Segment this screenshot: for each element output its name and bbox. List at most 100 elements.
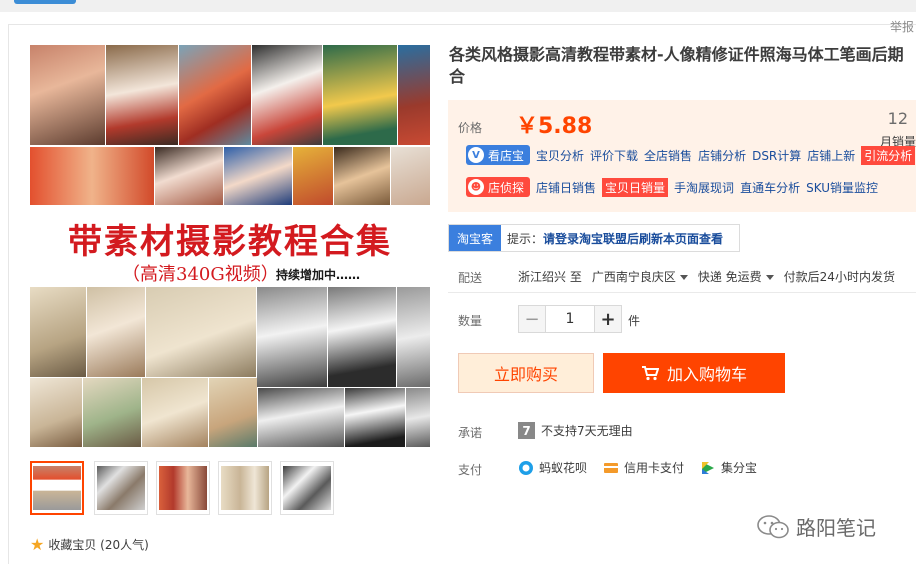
- tool-link-dsr-calc[interactable]: DSR计算: [752, 147, 801, 164]
- thumbnail-2[interactable]: [94, 461, 148, 515]
- tool-link-search-terms[interactable]: 手淘展现词: [674, 179, 734, 196]
- gallery-sub-note: 持续增加中……: [276, 268, 361, 282]
- tool-link-item-daily-sales[interactable]: 宝贝日销量: [602, 177, 669, 197]
- tool-link-traffic-analysis[interactable]: 引流分析: [861, 145, 916, 165]
- thumbnail-image: [33, 466, 81, 510]
- tool-link-store-daily-sales[interactable]: 店铺日销售: [536, 179, 596, 196]
- quantity-label: 数量: [458, 314, 483, 328]
- tool-link-store-new[interactable]: 店铺上新: [807, 147, 855, 164]
- thumbnail-strip: [30, 461, 350, 515]
- collage-photo: [83, 378, 141, 447]
- collage-photo: [293, 147, 333, 205]
- payment-jifenbao[interactable]: 集分宝: [700, 459, 757, 476]
- collage-photo: [334, 147, 390, 205]
- commitment-row: 7 不支持7天无理由: [518, 422, 633, 439]
- collage-photo: [30, 147, 154, 205]
- jifenbao-icon: [702, 461, 715, 474]
- payment-huabei[interactable]: 蚂蚁花呗: [518, 459, 587, 476]
- collage-photo: [179, 45, 251, 145]
- collage-photo: [30, 45, 105, 145]
- chevron-down-icon: [679, 275, 688, 280]
- add-to-cart-button[interactable]: 加入购物车: [603, 353, 785, 393]
- payment-label: 支付: [458, 463, 483, 477]
- collage-photo: [406, 388, 430, 447]
- collage-photo: [398, 45, 430, 145]
- collage-photo: [87, 287, 145, 377]
- tool-link-store-analysis[interactable]: 店铺分析: [698, 147, 746, 164]
- chevron-down-icon: [765, 275, 774, 280]
- wechat-icon: [757, 514, 789, 538]
- taobaoke-tag[interactable]: 淘宝客: [449, 225, 501, 251]
- delivery-select[interactable]: 快递 免运费: [698, 268, 774, 285]
- gallery-sub-title: （高清340G视频）: [122, 264, 279, 285]
- collage-photo: [323, 45, 397, 145]
- gallery-big-title: 带素材摄影教程合集: [68, 222, 392, 262]
- tool-link-review-download[interactable]: 评价下载: [590, 147, 638, 164]
- tip-prefix: 提示：: [507, 231, 544, 246]
- seven-day-icon: 7: [518, 422, 535, 439]
- payment-row: 蚂蚁花呗 信用卡支付 集分宝: [518, 459, 757, 476]
- favorite-label: 收藏宝贝 (20人气): [48, 538, 149, 552]
- quantity-stepper: − 1 +: [518, 305, 622, 333]
- tool-row-diandetan: ☻ 店侦探 店铺日销售 宝贝日销量 手淘展现词 直通车分析 SKU销量监控: [466, 176, 878, 198]
- collage-photo: [142, 378, 208, 447]
- ship-from: 浙江绍兴 至: [518, 270, 582, 284]
- ship-promise: 付款后24小时内发货: [783, 270, 895, 284]
- thumbnail-image: [283, 466, 331, 510]
- collage-photo: [252, 45, 322, 145]
- collage-photo: [257, 287, 327, 387]
- watermark-text: 路阳笔记: [796, 516, 876, 540]
- top-bar: [0, 0, 916, 12]
- quantity-input[interactable]: 1: [546, 305, 594, 333]
- thumbnail-3[interactable]: [156, 461, 210, 515]
- diandetan-icon: ☻: [468, 179, 484, 195]
- tool-link-ztc-analysis[interactable]: 直通车分析: [740, 179, 800, 196]
- collage-photo: [30, 287, 86, 377]
- collage-photo: [30, 378, 82, 447]
- collage-photo: [146, 287, 256, 377]
- thumbnail-5[interactable]: [280, 461, 334, 515]
- diandetan-badge[interactable]: ☻ 店侦探: [466, 177, 531, 197]
- payment-huabei-label: 蚂蚁花呗: [539, 461, 588, 475]
- tool-row-kandianbao: V 看店宝 宝贝分析 评价下载 全店销售 店铺分析 DSR计算 店铺上新 引流分…: [466, 144, 916, 166]
- watermark: 路阳笔记: [756, 512, 876, 541]
- star-icon: ★: [30, 534, 45, 554]
- add-to-cart-label: 加入购物车: [666, 365, 747, 384]
- ship-to-select[interactable]: 广西南宁良庆区: [592, 268, 688, 285]
- monthly-sales-count: 12: [887, 109, 908, 128]
- thumbnail-image: [159, 466, 207, 510]
- credit-card-icon: [604, 462, 619, 473]
- favorite-item[interactable]: ★ 收藏宝贝 (20人气): [30, 536, 149, 553]
- quantity-decrease-button[interactable]: −: [518, 305, 546, 333]
- thumbnail-image: [97, 466, 145, 510]
- thumbnail-4[interactable]: [218, 461, 272, 515]
- tip-link[interactable]: 请登录淘宝联盟后刷新本页面查看: [543, 232, 723, 246]
- shipping-label: 配送: [458, 271, 483, 285]
- commitment-text: 不支持7天无理由: [541, 424, 633, 438]
- taobaoke-tip: 淘宝客 提示：请登录淘宝联盟后刷新本页面查看: [448, 224, 740, 252]
- thumbnail-1[interactable]: [30, 461, 84, 515]
- collage-photo: [391, 147, 430, 205]
- collage-photo: [224, 147, 292, 205]
- taobaoke-tip-text: 提示：请登录淘宝联盟后刷新本页面查看: [501, 230, 723, 247]
- collage-photo: [155, 147, 223, 205]
- ship-to-value: 广西南宁良庆区: [591, 270, 676, 284]
- tool-link-item-analysis[interactable]: 宝贝分析: [536, 147, 584, 164]
- collage-photo: [106, 45, 178, 145]
- tool-link-store-sales[interactable]: 全店销售: [644, 147, 692, 164]
- top-tab-indicator: [14, 0, 76, 4]
- kandianbao-label: 看店宝: [488, 148, 525, 163]
- quantity-unit: 件: [628, 314, 641, 328]
- payment-credit-card[interactable]: 信用卡支付: [603, 459, 684, 476]
- kandianbao-icon: V: [468, 147, 484, 163]
- diandetan-label: 店侦探: [488, 180, 525, 195]
- main-product-image[interactable]: 带素材摄影教程合集 （高清340G视频） 持续增加中……: [30, 45, 430, 447]
- product-title: 各类风格摄影高清教程带素材-人像精修证件照海马体工笔画后期合: [449, 45, 904, 86]
- buy-now-button[interactable]: 立即购买: [458, 353, 594, 393]
- kandianbao-badge[interactable]: V 看店宝: [466, 145, 531, 165]
- quantity-increase-button[interactable]: +: [594, 305, 622, 333]
- tool-link-sku-monitor[interactable]: SKU销量监控: [806, 179, 878, 196]
- report-link[interactable]: 举报: [890, 18, 914, 35]
- divider: [448, 292, 916, 293]
- price-label: 价格: [458, 121, 483, 135]
